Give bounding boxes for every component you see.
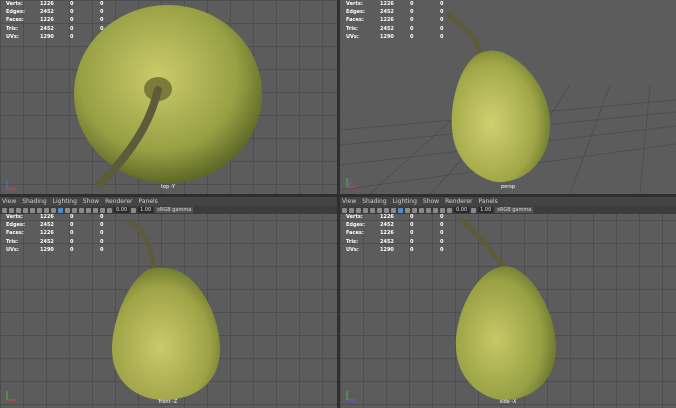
- viewport-front[interactable]: View Shading Lighting Show Renderer Pane…: [0, 197, 337, 408]
- panel-menubar: View Shading Lighting Show Renderer Pane…: [340, 197, 676, 206]
- viewport-splitter-vertical[interactable]: [337, 0, 340, 408]
- xray-icon[interactable]: [93, 207, 98, 213]
- camera-icon[interactable]: [2, 207, 7, 213]
- menu-shading[interactable]: Shading: [362, 197, 386, 206]
- menu-lighting[interactable]: Lighting: [53, 197, 77, 206]
- menu-show[interactable]: Show: [423, 197, 439, 206]
- menu-panels[interactable]: Panels: [478, 197, 497, 206]
- textured-icon[interactable]: [58, 207, 63, 213]
- lights-icon[interactable]: [405, 207, 410, 213]
- camera-label: front -Z: [158, 399, 178, 405]
- image-plane-icon[interactable]: [356, 207, 361, 213]
- gamma-field[interactable]: 1.00: [478, 207, 494, 213]
- exposure-icon[interactable]: [447, 207, 452, 213]
- axis-gizmo: [6, 391, 16, 401]
- menu-show[interactable]: Show: [83, 197, 99, 206]
- shadows-icon[interactable]: [412, 207, 417, 213]
- camera-label: persp: [500, 184, 516, 190]
- menu-lighting[interactable]: Lighting: [393, 197, 417, 206]
- viewport-side[interactable]: View Shading Lighting Show Renderer Pane…: [340, 197, 676, 408]
- lights-icon[interactable]: [65, 207, 70, 213]
- menu-renderer[interactable]: Renderer: [445, 197, 472, 206]
- axis-gizmo: [346, 391, 356, 401]
- pear-model-persp[interactable]: [448, 8, 558, 186]
- isolate-select-icon[interactable]: [440, 207, 445, 213]
- wireframe-icon[interactable]: [384, 207, 389, 213]
- shadows-icon[interactable]: [72, 207, 77, 213]
- menu-view[interactable]: View: [342, 197, 356, 206]
- menu-renderer[interactable]: Renderer: [105, 197, 132, 206]
- pear-model-top[interactable]: [70, 4, 270, 194]
- color-space-select[interactable]: sRGB gamma: [495, 207, 534, 213]
- panel-menubar: View Shading Lighting Show Renderer Pane…: [0, 197, 337, 206]
- film-gate-icon[interactable]: [370, 207, 375, 213]
- axis-gizmo: [6, 180, 16, 190]
- ambient-occlusion-icon[interactable]: [79, 207, 84, 213]
- image-plane-icon[interactable]: [16, 207, 21, 213]
- pear-model-side[interactable]: [452, 217, 562, 403]
- resolution-gate-icon[interactable]: [377, 207, 382, 213]
- color-space-select[interactable]: sRGB gamma: [155, 207, 194, 213]
- pear-model-front[interactable]: [108, 219, 228, 403]
- grid-icon[interactable]: [23, 207, 28, 213]
- wireframe-icon[interactable]: [44, 207, 49, 213]
- menu-panels[interactable]: Panels: [138, 197, 157, 206]
- xray-icon[interactable]: [433, 207, 438, 213]
- antialiasing-icon[interactable]: [426, 207, 431, 213]
- antialiasing-icon[interactable]: [86, 207, 91, 213]
- camera-icon[interactable]: [342, 207, 347, 213]
- exposure-icon[interactable]: [107, 207, 112, 213]
- film-gate-icon[interactable]: [30, 207, 35, 213]
- ambient-occlusion-icon[interactable]: [419, 207, 424, 213]
- isolate-select-icon[interactable]: [100, 207, 105, 213]
- bookmark-icon[interactable]: [349, 207, 354, 213]
- bookmark-icon[interactable]: [9, 207, 14, 213]
- grid-icon[interactable]: [363, 207, 368, 213]
- smooth-shade-icon[interactable]: [391, 207, 396, 213]
- gamma-icon[interactable]: [471, 207, 477, 213]
- viewport-persp[interactable]: Verts: 1226 0 0 Edges: 2452 0 0 Faces: 1226 0 0 T…: [340, 0, 676, 194]
- menu-view[interactable]: View: [2, 197, 16, 206]
- smooth-shade-icon[interactable]: [51, 207, 56, 213]
- textured-icon[interactable]: [398, 207, 403, 213]
- camera-label: side -X: [499, 399, 517, 405]
- camera-label: top -Y: [160, 184, 176, 190]
- gamma-field[interactable]: 1.00: [138, 207, 154, 213]
- resolution-gate-icon[interactable]: [37, 207, 42, 213]
- gamma-icon[interactable]: [131, 207, 137, 213]
- menu-shading[interactable]: Shading: [22, 197, 46, 206]
- viewport-top[interactable]: Verts: 1226 0 0 Edges: 2452 0 0 Faces: 1226 0 0 T…: [0, 0, 337, 194]
- axis-gizmo: [346, 178, 356, 188]
- viewport-splitter-horizontal[interactable]: [0, 194, 676, 197]
